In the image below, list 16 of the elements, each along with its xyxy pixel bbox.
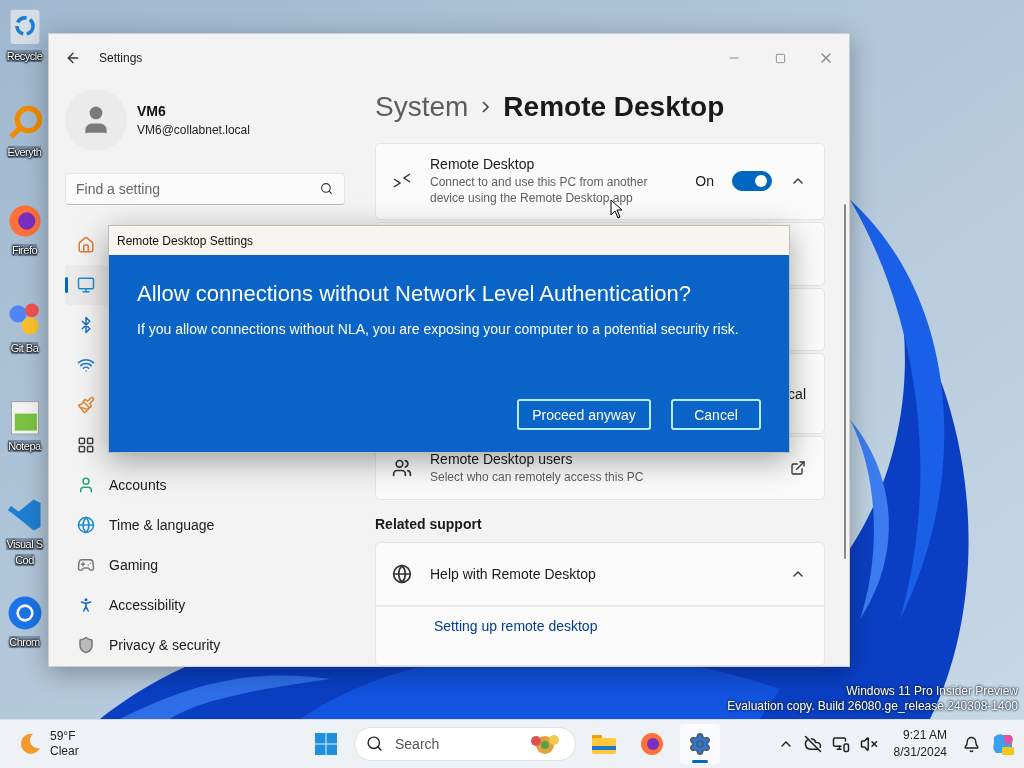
window-title: Settings — [99, 51, 143, 65]
user-email: VM6@collabnet.local — [137, 123, 250, 137]
user-name: VM6 — [137, 103, 167, 119]
setting-title: Remote Desktop users — [430, 451, 574, 468]
setting-description: Select who can remotely access this PC — [430, 469, 645, 486]
toggle-label: On — [695, 173, 714, 190]
weather-condition: Clear — [50, 744, 79, 759]
setting-description: Connect to and use this PC from another device using the Remote Desktop app — [430, 174, 649, 207]
dialog-title: Remote Desktop Settings — [117, 233, 254, 248]
dialog-message: If you allow connections without NLA, you are exposing your computer to a potential security risk. — [137, 320, 740, 339]
setting-title: Help with Remote Desktop — [430, 566, 597, 583]
section-heading: Related support — [375, 516, 483, 533]
dialog-heading: Allow connections without Network Level Authentication? — [137, 281, 692, 307]
page-title: Remote Desktop — [503, 91, 725, 124]
temperature-text: 59°F — [50, 729, 77, 744]
setting-title: Remote Desktop — [430, 156, 536, 173]
